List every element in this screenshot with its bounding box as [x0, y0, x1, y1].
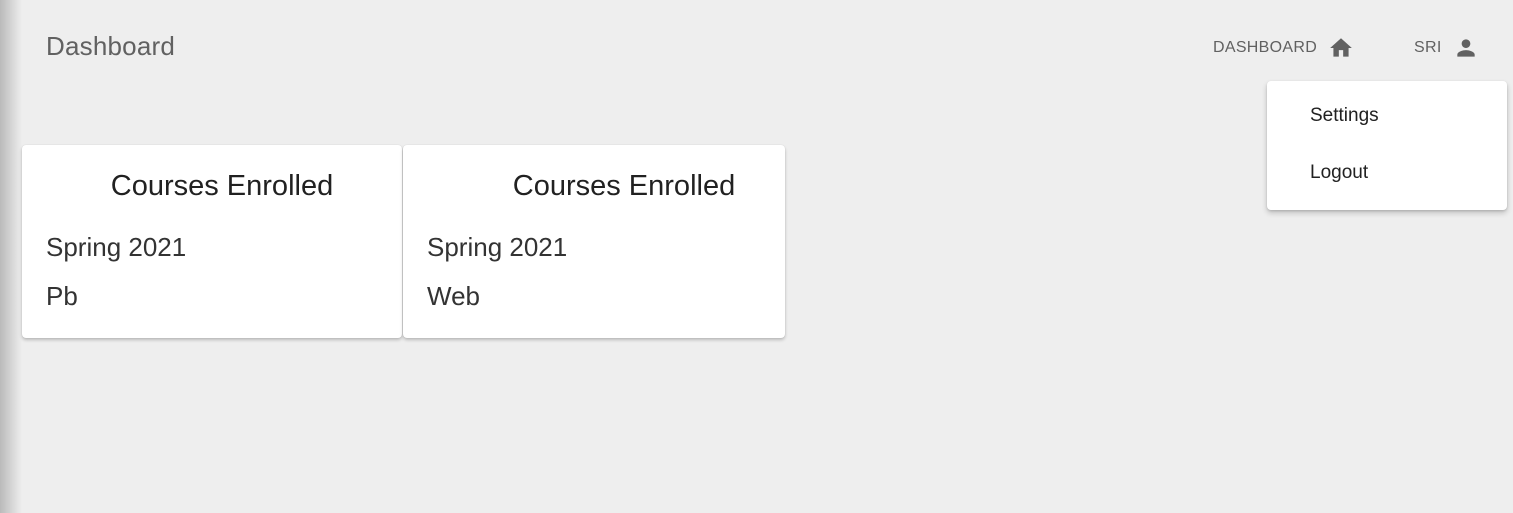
home-icon [1327, 34, 1355, 62]
dashboard-nav-button[interactable]: DASHBOARD [1213, 32, 1355, 64]
card-term: Spring 2021 [46, 232, 187, 262]
card-term: Spring 2021 [427, 232, 568, 262]
menu-item-settings[interactable]: Settings [1310, 105, 1379, 127]
user-menu-button[interactable]: SRI [1414, 32, 1480, 64]
card-course-name: Web [427, 281, 480, 311]
page-title: Dashboard [46, 31, 175, 61]
card-title: Courses Enrolled [110, 170, 334, 202]
card-course-name: Pb [46, 281, 78, 311]
user-dropdown-menu: Settings Logout [1267, 81, 1507, 210]
dashboard-page: Dashboard DASHBOARD SRI Settings Logout … [0, 0, 1513, 513]
person-icon [1452, 34, 1480, 62]
course-card[interactable]: Courses Enrolled Spring 2021 Web [403, 145, 785, 338]
dashboard-nav-label: DASHBOARD [1213, 39, 1318, 56]
user-name-label: SRI [1414, 39, 1442, 56]
course-card[interactable]: Courses Enrolled Spring 2021 Pb [22, 145, 402, 338]
card-title: Courses Enrolled [512, 170, 736, 202]
drawer-edge-shadow [0, 0, 22, 513]
menu-item-logout[interactable]: Logout [1310, 162, 1368, 184]
